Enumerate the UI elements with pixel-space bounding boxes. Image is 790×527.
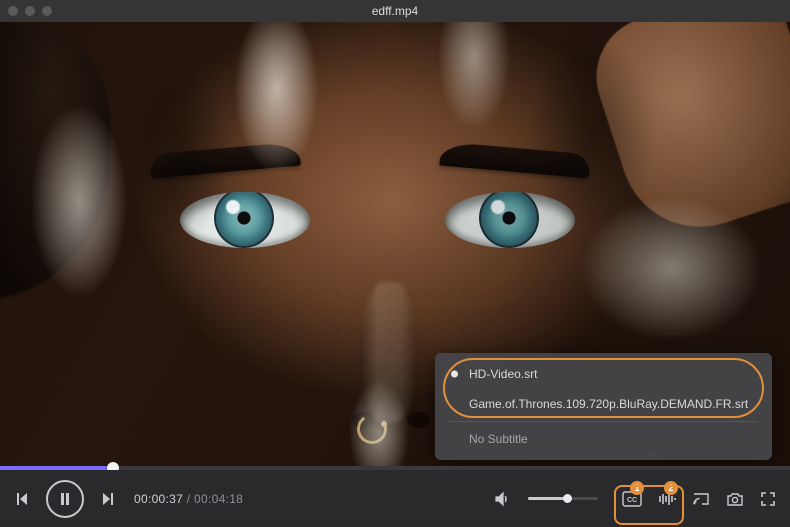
volume-slider[interactable] <box>528 497 598 500</box>
time-display: 00:00:37 / 00:04:18 <box>134 492 243 506</box>
subtitle-option-label: No Subtitle <box>469 432 528 446</box>
window-title: edff.mp4 <box>0 4 790 18</box>
camera-icon <box>726 491 744 507</box>
total-time: 00:04:18 <box>194 492 243 506</box>
subtitle-option-label: Game.of.Thrones.109.720p.BluRay.DEMAND.F… <box>469 397 748 411</box>
next-button[interactable] <box>100 491 116 507</box>
cast-button[interactable] <box>692 491 710 507</box>
control-bar: 00:00:37 / 00:04:18 1 2 CC <box>0 470 790 527</box>
annotation-badge: 1 <box>630 481 644 495</box>
close-window-button[interactable] <box>8 6 18 16</box>
annotation-badge: 2 <box>664 481 678 495</box>
subtitle-option-none[interactable]: No Subtitle <box>435 424 772 454</box>
subtitle-option[interactable]: Game.of.Thrones.109.720p.BluRay.DEMAND.F… <box>435 389 772 419</box>
fullscreen-icon <box>760 491 776 507</box>
volume-icon <box>494 491 510 507</box>
minimize-window-button[interactable] <box>25 6 35 16</box>
skip-forward-icon <box>100 491 116 507</box>
pause-icon <box>58 492 72 506</box>
window-controls <box>8 6 52 16</box>
titlebar: edff.mp4 <box>0 0 790 22</box>
play-pause-button[interactable] <box>46 480 84 518</box>
snapshot-button[interactable] <box>726 491 744 507</box>
svg-text:CC: CC <box>627 497 637 504</box>
menu-divider <box>449 421 758 422</box>
previous-button[interactable] <box>14 491 30 507</box>
subtitle-option[interactable]: HD-Video.srt <box>435 359 772 389</box>
volume-thumb[interactable] <box>563 494 572 503</box>
maximize-window-button[interactable] <box>42 6 52 16</box>
fullscreen-button[interactable] <box>760 491 776 507</box>
volume-button[interactable] <box>494 491 510 507</box>
subtitle-menu[interactable]: HD-Video.srt Game.of.Thrones.109.720p.Bl… <box>435 353 772 460</box>
cast-icon <box>692 491 710 507</box>
video-viewport[interactable]: HD-Video.srt Game.of.Thrones.109.720p.Bl… <box>0 22 790 470</box>
current-time: 00:00:37 <box>134 492 183 506</box>
skip-back-icon <box>14 491 30 507</box>
subtitle-option-label: HD-Video.srt <box>469 367 537 381</box>
